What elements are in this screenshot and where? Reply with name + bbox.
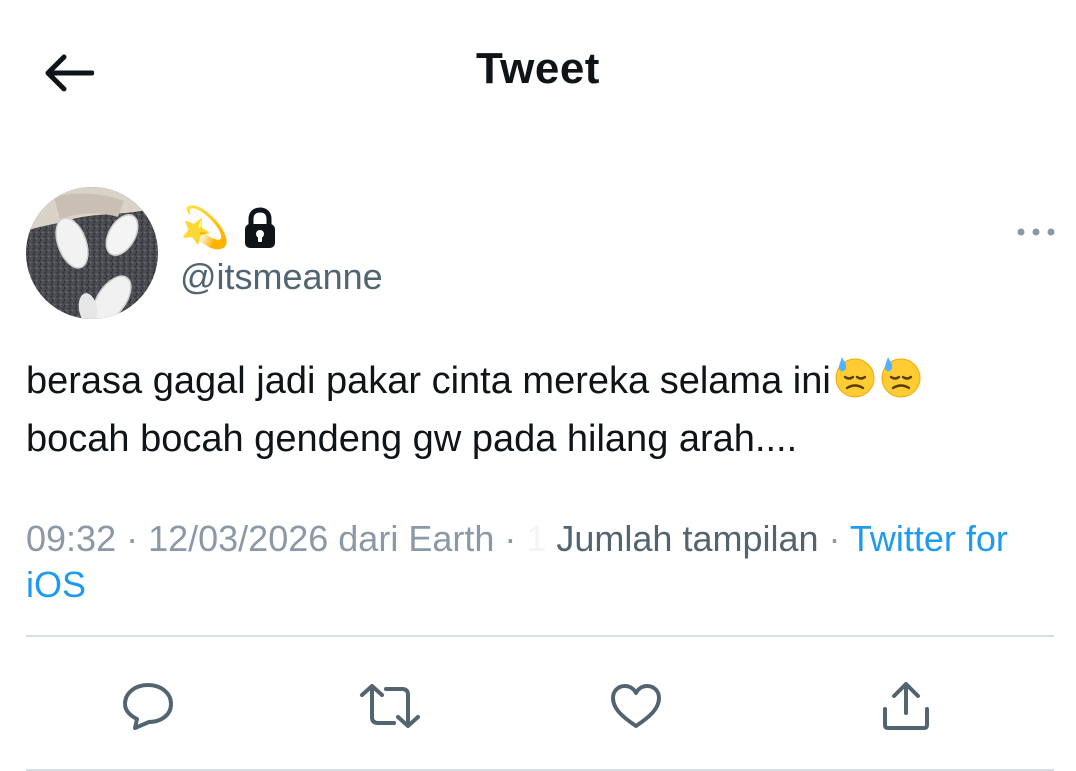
like-button[interactable] bbox=[598, 668, 674, 744]
tweet-date[interactable]: 12/03/2026 bbox=[148, 518, 328, 559]
meta-separator: · bbox=[818, 518, 850, 559]
tweet-text: berasa gagal jadi pakar cinta mereka sel… bbox=[26, 352, 1056, 468]
avatar-image bbox=[26, 187, 158, 319]
retweet-icon bbox=[360, 684, 420, 728]
tweet-meta: 09:32 · 12/03/2026 dari Earth · 1 Jumlah… bbox=[26, 516, 1056, 608]
views-count: 1 bbox=[526, 518, 547, 559]
meta-separator: · bbox=[116, 518, 149, 559]
more-horizontal-icon bbox=[1017, 228, 1055, 236]
page-title: Tweet bbox=[476, 44, 600, 93]
share-icon bbox=[883, 682, 929, 730]
tweet-text-line1: berasa gagal jadi pakar cinta mereka sel… bbox=[26, 360, 831, 402]
action-bar bbox=[0, 668, 1076, 744]
downcast-face-with-sweat-icon bbox=[881, 357, 921, 398]
author-handle[interactable]: @itsmeanne bbox=[180, 256, 383, 298]
divider-top bbox=[26, 635, 1054, 637]
dizzy-emoji: 💫 bbox=[180, 205, 230, 251]
views-label[interactable]: Jumlah tampilan bbox=[546, 518, 818, 559]
downcast-face-with-sweat-icon bbox=[835, 357, 875, 398]
reply-icon bbox=[123, 683, 173, 730]
heart-icon bbox=[611, 684, 661, 728]
share-button[interactable] bbox=[868, 668, 944, 744]
avatar[interactable] bbox=[26, 187, 158, 319]
tweet-location: dari Earth bbox=[328, 518, 495, 559]
lock-icon bbox=[244, 207, 275, 248]
tweet-time[interactable]: 09:32 bbox=[26, 518, 116, 559]
retweet-button[interactable] bbox=[352, 668, 428, 744]
more-options-button[interactable] bbox=[1012, 218, 1060, 246]
meta-separator: · bbox=[494, 518, 527, 559]
top-bar: Tweet bbox=[0, 0, 1076, 140]
reply-button[interactable] bbox=[110, 668, 186, 744]
tweet-text-line2: bocah bocah gendeng gw pada hilang arah.… bbox=[26, 418, 798, 460]
author-name-row[interactable]: 💫 bbox=[180, 204, 278, 252]
